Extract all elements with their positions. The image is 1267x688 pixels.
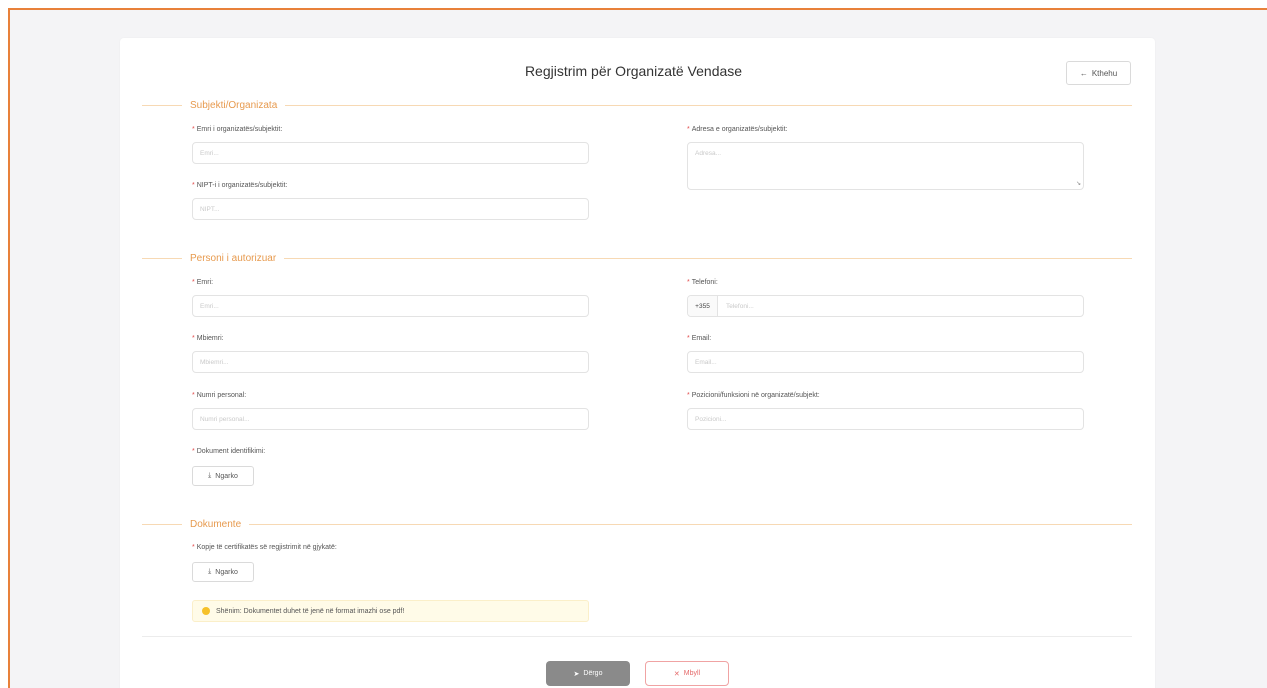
nipt-label: * NIPT-i i organizatës/subjektit: <box>192 182 288 189</box>
info-dot-icon <box>202 607 210 615</box>
required-mark: * <box>192 448 195 455</box>
required-mark: * <box>192 182 195 189</box>
org-name-input[interactable]: Emri... <box>192 142 589 164</box>
personal-number-label: * Numri personal: <box>192 392 247 399</box>
send-icon: ➤ <box>573 670 580 678</box>
phone-input[interactable]: +355 Telefoni... <box>687 295 1084 317</box>
back-button[interactable]: ← Kthehu <box>1066 61 1131 85</box>
first-name-input[interactable]: Emri... <box>192 295 589 317</box>
close-button[interactable]: ✕ Mbyll <box>645 661 729 686</box>
id-document-upload-button[interactable]: ⤓ Ngarko <box>192 466 254 486</box>
back-button-label: Kthehu <box>1091 68 1118 78</box>
required-mark: * <box>687 392 690 399</box>
required-mark: * <box>192 335 195 342</box>
arrow-left-icon: ← <box>1079 68 1088 78</box>
section-subject-title: Subjekti/Organizata <box>190 99 278 111</box>
address-textarea[interactable]: Adresa... ↘ <box>687 142 1084 190</box>
position-input[interactable]: Pozicioni... <box>687 408 1084 430</box>
required-mark: * <box>687 126 690 133</box>
required-mark: * <box>192 279 195 286</box>
required-mark: * <box>192 126 195 133</box>
section-person: Personi i autorizuar <box>142 252 1132 264</box>
id-document-label: * Dokument identifikimi: <box>192 448 266 455</box>
position-label: * Pozicioni/funksioni në organizatë/subje… <box>687 392 820 399</box>
footer-divider <box>142 636 1132 637</box>
email-label: * Email: <box>687 335 712 342</box>
close-icon: ✕ <box>673 670 680 678</box>
send-button[interactable]: ➤ Dërgo <box>546 661 630 686</box>
certificate-upload-button[interactable]: ⤓ Ngarko <box>192 562 254 582</box>
email-input[interactable]: Email... <box>687 351 1084 373</box>
org-name-label: * Emri i organizatës/subjektit: <box>192 126 283 133</box>
last-name-input[interactable]: Mbiemri... <box>192 351 589 373</box>
phone-label: * Telefoni: <box>687 279 718 286</box>
section-documents-title: Dokumente <box>190 518 242 530</box>
personal-number-input[interactable]: Numri personal... <box>192 408 589 430</box>
certificate-label: * Kopje të certifikatës së regjistrimit n… <box>192 544 337 551</box>
upload-icon: ⤓ <box>208 472 212 479</box>
format-note: Shënim: Dokumentet duhet të jenë në form… <box>192 600 589 622</box>
nipt-input[interactable]: NIPT... <box>192 198 589 220</box>
required-mark: * <box>687 279 690 286</box>
section-documents: Dokumente <box>142 518 1132 530</box>
last-name-label: * Mbiemri: <box>192 335 224 342</box>
section-person-title: Personi i autorizuar <box>190 252 277 264</box>
format-note-text: Shënim: Dokumentet duhet të jenë në form… <box>216 607 405 615</box>
required-mark: * <box>192 544 195 551</box>
first-name-label: * Emri: <box>192 279 214 286</box>
section-subject: Subjekti/Organizata <box>142 99 1132 111</box>
address-label: * Adresa e organizatës/subjektit: <box>687 126 788 133</box>
upload-icon: ⤓ <box>208 568 212 575</box>
required-mark: * <box>687 335 690 342</box>
resize-handle-icon[interactable]: ↘ <box>1076 180 1081 187</box>
required-mark: * <box>192 392 195 399</box>
phone-prefix: +355 <box>688 296 718 316</box>
